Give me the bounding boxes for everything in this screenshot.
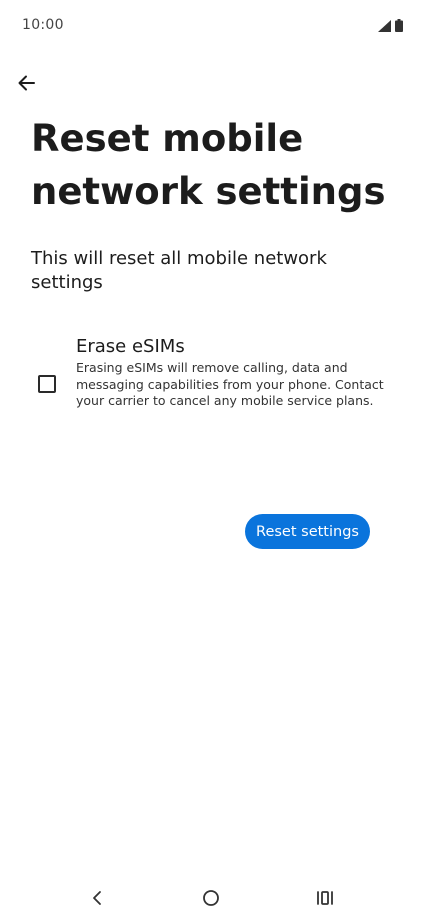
erase-esims-checkbox[interactable] — [38, 375, 56, 393]
reset-settings-button[interactable]: Reset settings — [245, 514, 370, 549]
page-description: This will reset all mobile network setti… — [31, 248, 327, 293]
nav-back-button[interactable] — [83, 884, 111, 912]
nav-recents-icon — [317, 891, 333, 905]
page-title: Reset mobile network settings — [31, 117, 386, 213]
nav-home-button[interactable] — [197, 884, 225, 912]
arrow-back-icon — [18, 75, 35, 91]
nav-recents-button[interactable] — [311, 884, 339, 912]
back-button[interactable] — [12, 68, 42, 98]
status-icons — [378, 19, 403, 32]
nav-back-icon — [93, 891, 101, 905]
status-bar: 10:00 — [0, 0, 423, 50]
cellular-signal-icon — [378, 20, 391, 32]
erase-esims-option[interactable]: Erase eSIMs Erasing eSIMs will remove ca… — [22, 333, 402, 413]
navigation-bar — [0, 872, 423, 922]
status-time: 10:00 — [22, 17, 64, 33]
battery-icon — [395, 19, 403, 32]
erase-esims-description: Erasing eSIMs will remove calling, data … — [76, 360, 384, 408]
erase-esims-title: Erase eSIMs — [76, 336, 185, 357]
nav-home-icon — [203, 890, 219, 906]
